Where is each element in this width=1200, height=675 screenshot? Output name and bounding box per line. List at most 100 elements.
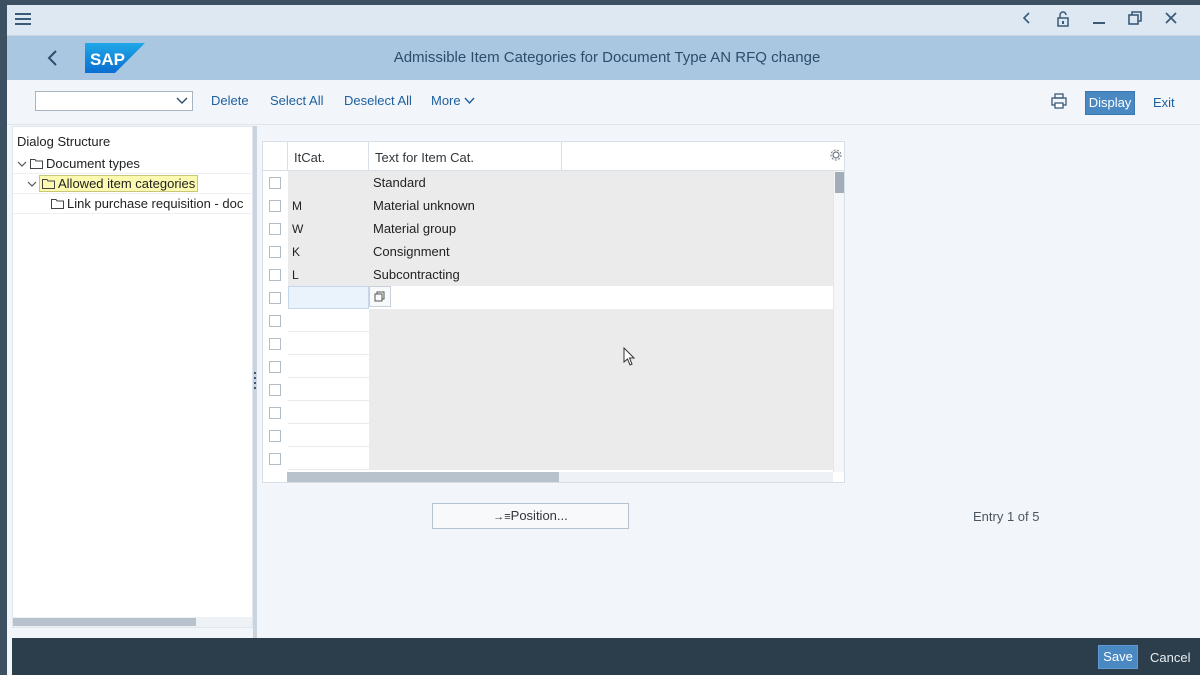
row-selector [263, 355, 287, 378]
display-button[interactable]: Display [1085, 91, 1135, 115]
title-bar [7, 5, 1200, 36]
deselect-all-button[interactable]: Deselect All [344, 93, 412, 108]
more-button[interactable]: More [431, 93, 475, 108]
tree-item-link-purchase-requisition[interactable]: Link purchase requisition - doc [51, 196, 243, 211]
table-row[interactable]: Standard [263, 171, 833, 194]
table-row[interactable] [263, 378, 833, 401]
row-selector [263, 424, 287, 447]
delete-button[interactable]: Delete [211, 93, 249, 108]
cell-text[interactable] [369, 424, 833, 447]
cell-text: Standard [369, 171, 833, 194]
row-checkbox[interactable] [269, 430, 281, 442]
cell-text[interactable] [369, 332, 833, 355]
cell-itcat[interactable]: W [288, 217, 369, 240]
table-row[interactable] [263, 424, 833, 447]
page-title: Admissible Item Categories for Document … [393, 49, 821, 66]
cell-itcat[interactable] [288, 378, 369, 401]
restore-icon[interactable] [1126, 11, 1144, 29]
table-row[interactable] [263, 355, 833, 378]
cell-itcat[interactable] [288, 171, 369, 194]
table-row[interactable] [263, 447, 833, 470]
table-body: Standard M Material unknown W Material group… [263, 171, 833, 470]
row-selector [263, 240, 287, 263]
cell-text[interactable] [369, 378, 833, 401]
cell-text[interactable] [369, 355, 833, 378]
table-row[interactable] [263, 401, 833, 424]
cell-text: Subcontracting [369, 263, 833, 286]
dialog-structure-title: Dialog Structure [17, 134, 111, 149]
open-folder-icon [42, 179, 55, 189]
cell-itcat[interactable] [288, 447, 369, 470]
cell-itcat[interactable]: K [288, 240, 369, 263]
back-small-icon[interactable] [1018, 11, 1036, 29]
table-row[interactable]: L Subcontracting [263, 263, 833, 286]
cell-itcat[interactable] [288, 286, 369, 309]
row-checkbox[interactable] [269, 384, 281, 396]
exit-button[interactable]: Exit [1153, 95, 1175, 110]
table-horizontal-scrollbar[interactable] [287, 472, 833, 482]
row-checkbox[interactable] [269, 407, 281, 419]
row-checkbox[interactable] [269, 269, 281, 281]
tree-item-label: Allowed item categories [38, 175, 199, 192]
table-row[interactable] [263, 309, 833, 332]
row-checkbox[interactable] [269, 246, 281, 258]
row-checkbox[interactable] [269, 453, 281, 465]
more-button-label: More [431, 93, 461, 108]
shell-header: SAP Admissible Item Categories for Docum… [7, 36, 1200, 80]
column-header-text[interactable]: Text for Item Cat. [369, 142, 562, 171]
cell-itcat[interactable]: L [288, 263, 369, 286]
hamburger-icon[interactable] [15, 13, 31, 27]
table-row[interactable]: M Material unknown [263, 194, 833, 217]
tree-item-document-types[interactable]: Document types [17, 156, 140, 171]
scrollbar-thumb[interactable] [287, 472, 559, 482]
row-checkbox[interactable] [269, 315, 281, 327]
row-checkbox[interactable] [269, 361, 281, 373]
cell-itcat[interactable] [288, 355, 369, 378]
close-icon[interactable] [1162, 11, 1180, 29]
cell-text[interactable] [369, 401, 833, 424]
cell-text[interactable] [369, 447, 833, 470]
expand-chevron-icon[interactable] [27, 179, 37, 189]
tree-item-allowed-item-categories[interactable]: Allowed item categories [27, 175, 199, 192]
value-help-icon[interactable] [369, 286, 391, 307]
cell-itcat[interactable] [288, 332, 369, 355]
scrollbar-thumb[interactable] [835, 172, 844, 193]
row-checkbox[interactable] [269, 292, 281, 304]
folder-icon [51, 199, 64, 209]
print-icon[interactable] [1051, 93, 1067, 109]
row-checkbox[interactable] [269, 338, 281, 350]
cell-itcat[interactable] [288, 424, 369, 447]
settings-icon[interactable] [830, 149, 842, 161]
scrollbar-thumb[interactable] [13, 618, 196, 626]
dialog-structure-scrollbar[interactable] [13, 617, 252, 627]
chevron-down-icon [176, 97, 188, 104]
cancel-button[interactable]: Cancel [1150, 650, 1190, 665]
row-checkbox[interactable] [269, 223, 281, 235]
column-header-itcat[interactable]: ItCat. [288, 142, 369, 171]
cell-itcat[interactable]: M [288, 194, 369, 217]
row-checkbox[interactable] [269, 177, 281, 189]
command-dropdown[interactable] [35, 91, 193, 111]
lock-icon[interactable] [1054, 11, 1072, 29]
cell-itcat[interactable] [288, 309, 369, 332]
row-selector [263, 447, 287, 470]
minimize-icon[interactable] [1090, 11, 1108, 29]
mouse-cursor-icon [623, 347, 636, 366]
expand-chevron-icon[interactable] [17, 159, 27, 169]
row-checkbox[interactable] [269, 200, 281, 212]
position-button[interactable]: →≡Position... [432, 503, 629, 529]
save-button[interactable]: Save [1098, 645, 1138, 669]
table-vertical-scrollbar[interactable] [833, 171, 844, 472]
tree-item-label: Link purchase requisition - doc [67, 196, 244, 211]
cell-text[interactable] [369, 286, 833, 309]
table-row[interactable] [263, 286, 833, 309]
select-all-button[interactable]: Select All [270, 93, 323, 108]
cell-itcat[interactable] [288, 401, 369, 424]
table-row[interactable]: K Consignment [263, 240, 833, 263]
row-selector [263, 332, 287, 355]
splitter-grip-icon[interactable] [254, 372, 256, 390]
table-row[interactable]: W Material group [263, 217, 833, 240]
table-row[interactable] [263, 332, 833, 355]
cell-text[interactable] [369, 309, 833, 332]
row-selector [263, 263, 287, 286]
